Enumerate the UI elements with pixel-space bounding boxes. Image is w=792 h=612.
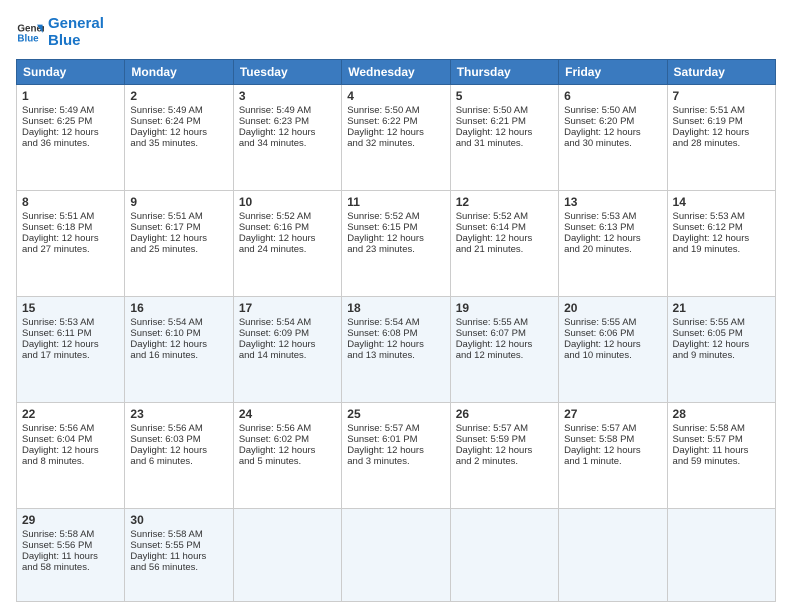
col-header-wednesday: Wednesday [342,60,450,85]
table-row: 16Sunrise: 5:54 AMSunset: 6:10 PMDayligh… [125,297,233,403]
table-row: 11Sunrise: 5:52 AMSunset: 6:15 PMDayligh… [342,191,450,297]
table-row: 17Sunrise: 5:54 AMSunset: 6:09 PMDayligh… [233,297,341,403]
table-row: 15Sunrise: 5:53 AMSunset: 6:11 PMDayligh… [17,297,125,403]
col-header-friday: Friday [559,60,667,85]
table-row [450,509,558,602]
table-row: 23Sunrise: 5:56 AMSunset: 6:03 PMDayligh… [125,403,233,509]
logo: General Blue General Blue [16,16,104,49]
table-row: 13Sunrise: 5:53 AMSunset: 6:13 PMDayligh… [559,191,667,297]
table-row: 8Sunrise: 5:51 AMSunset: 6:18 PMDaylight… [17,191,125,297]
table-row: 22Sunrise: 5:56 AMSunset: 6:04 PMDayligh… [17,403,125,509]
table-row [342,509,450,602]
table-row: 21Sunrise: 5:55 AMSunset: 6:05 PMDayligh… [667,297,775,403]
col-header-thursday: Thursday [450,60,558,85]
table-row: 29Sunrise: 5:58 AMSunset: 5:56 PMDayligh… [17,509,125,602]
logo-icon: General Blue [16,19,44,47]
svg-text:Blue: Blue [17,33,39,44]
table-row: 14Sunrise: 5:53 AMSunset: 6:12 PMDayligh… [667,191,775,297]
table-row [233,509,341,602]
table-row: 24Sunrise: 5:56 AMSunset: 6:02 PMDayligh… [233,403,341,509]
table-row: 20Sunrise: 5:55 AMSunset: 6:06 PMDayligh… [559,297,667,403]
table-row: 5Sunrise: 5:50 AMSunset: 6:21 PMDaylight… [450,85,558,191]
table-row [667,509,775,602]
table-row: 19Sunrise: 5:55 AMSunset: 6:07 PMDayligh… [450,297,558,403]
table-row: 3Sunrise: 5:49 AMSunset: 6:23 PMDaylight… [233,85,341,191]
table-row: 26Sunrise: 5:57 AMSunset: 5:59 PMDayligh… [450,403,558,509]
col-header-monday: Monday [125,60,233,85]
table-row: 2Sunrise: 5:49 AMSunset: 6:24 PMDaylight… [125,85,233,191]
table-row: 27Sunrise: 5:57 AMSunset: 5:58 PMDayligh… [559,403,667,509]
col-header-tuesday: Tuesday [233,60,341,85]
table-row: 9Sunrise: 5:51 AMSunset: 6:17 PMDaylight… [125,191,233,297]
page-header: General Blue General Blue [16,16,776,49]
table-row: 1Sunrise: 5:49 AMSunset: 6:25 PMDaylight… [17,85,125,191]
table-row: 25Sunrise: 5:57 AMSunset: 6:01 PMDayligh… [342,403,450,509]
col-header-saturday: Saturday [667,60,775,85]
calendar-table: SundayMondayTuesdayWednesdayThursdayFrid… [16,59,776,602]
table-row: 12Sunrise: 5:52 AMSunset: 6:14 PMDayligh… [450,191,558,297]
table-row: 4Sunrise: 5:50 AMSunset: 6:22 PMDaylight… [342,85,450,191]
table-row: 30Sunrise: 5:58 AMSunset: 5:55 PMDayligh… [125,509,233,602]
table-row: 6Sunrise: 5:50 AMSunset: 6:20 PMDaylight… [559,85,667,191]
col-header-sunday: Sunday [17,60,125,85]
table-row: 10Sunrise: 5:52 AMSunset: 6:16 PMDayligh… [233,191,341,297]
table-row: 7Sunrise: 5:51 AMSunset: 6:19 PMDaylight… [667,85,775,191]
table-row [559,509,667,602]
table-row: 28Sunrise: 5:58 AMSunset: 5:57 PMDayligh… [667,403,775,509]
table-row: 18Sunrise: 5:54 AMSunset: 6:08 PMDayligh… [342,297,450,403]
